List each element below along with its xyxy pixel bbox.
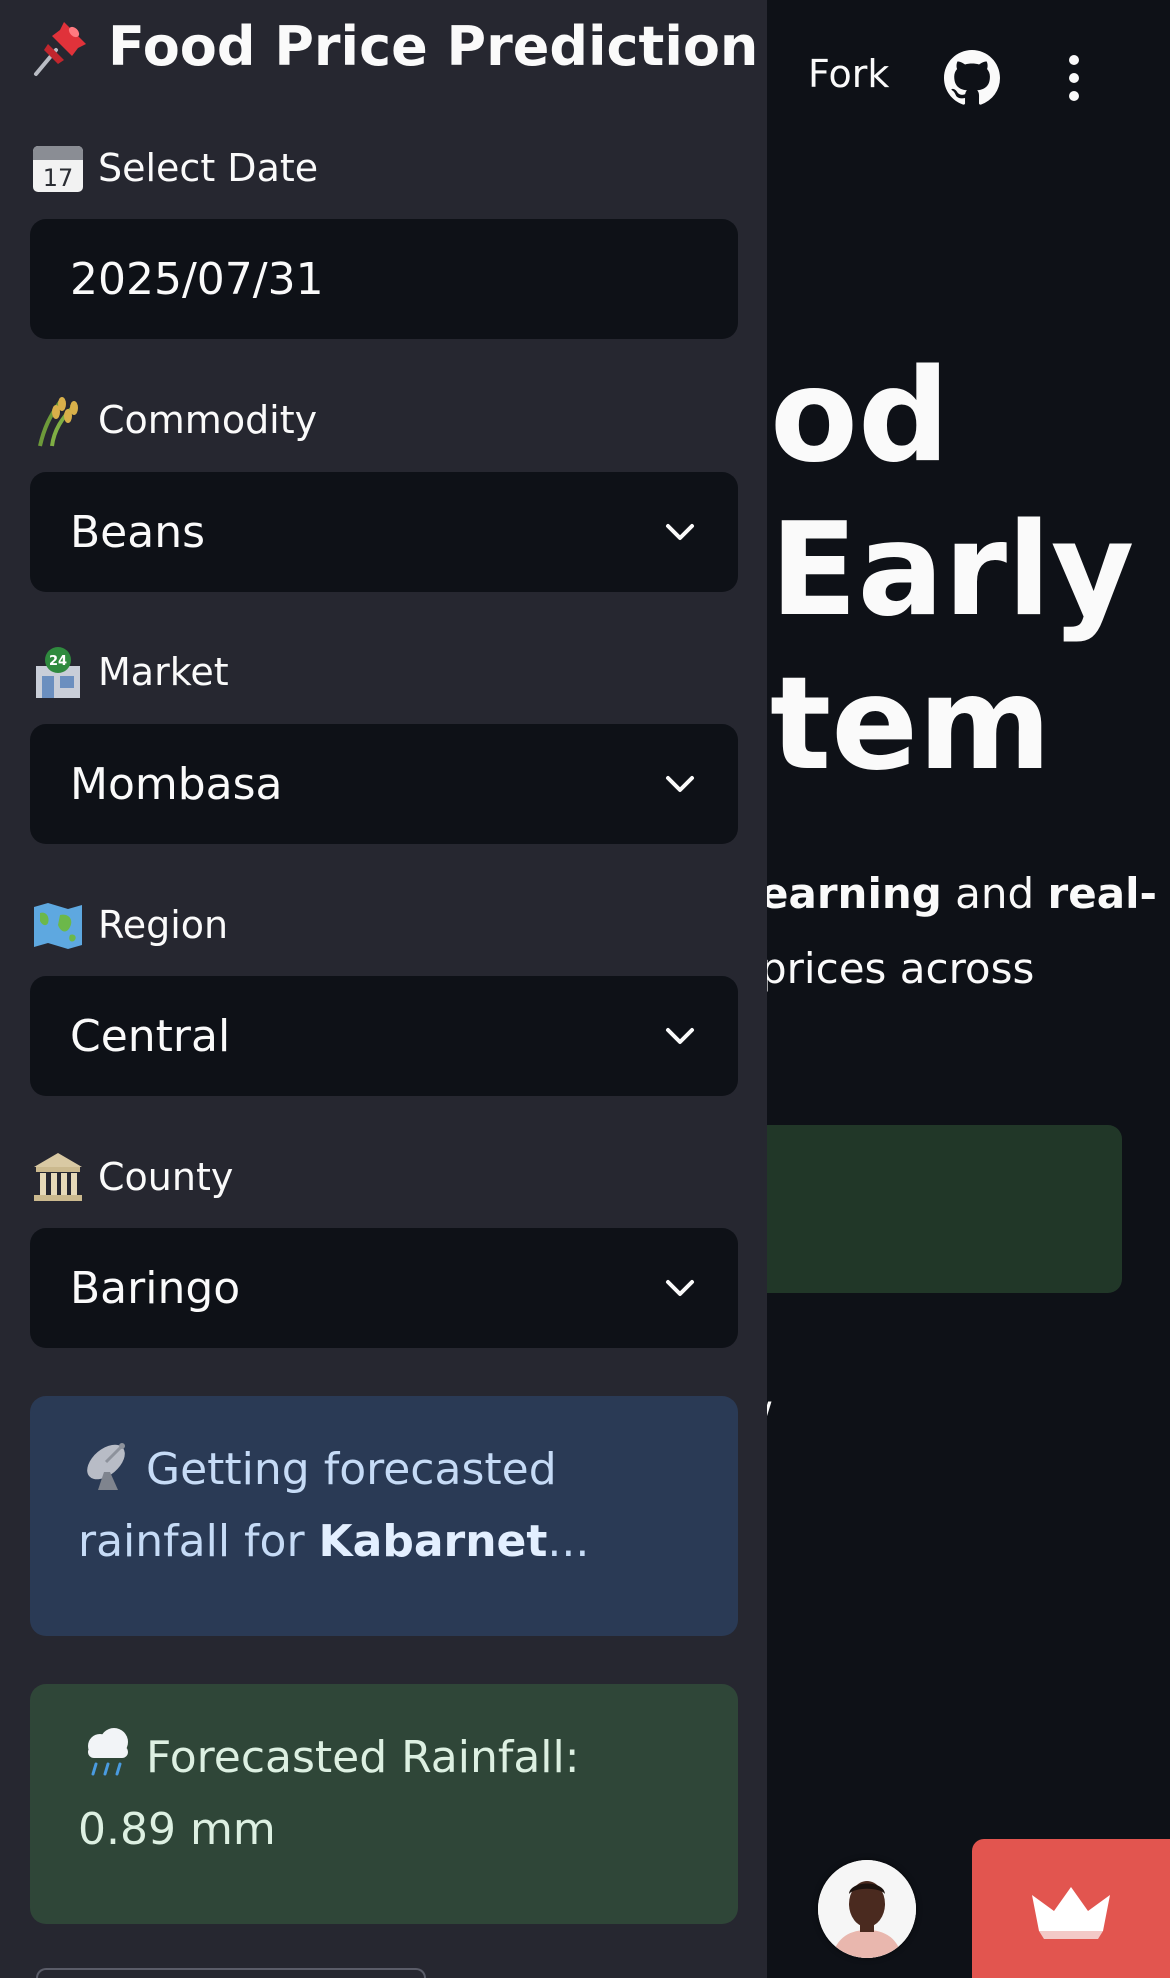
region-select[interactable]: Central xyxy=(30,976,738,1096)
chevron-down-icon xyxy=(666,776,694,792)
date-input-value: 2025/07/31 xyxy=(70,253,324,305)
market-label: 24 Market xyxy=(30,642,229,702)
convenience-store-icon: 24 xyxy=(36,647,80,698)
page-description: earning and real-prices across xyxy=(760,856,1157,1006)
date-label-text: Select Date xyxy=(98,146,319,190)
description-line-2: prices across xyxy=(760,944,1035,993)
commodity-select[interactable]: Beans xyxy=(30,472,738,592)
commodity-select-value: Beans xyxy=(70,506,206,558)
classical-building-icon xyxy=(34,1153,82,1201)
description-bold-2: real- xyxy=(1047,869,1157,918)
svg-text:17: 17 xyxy=(43,164,74,192)
description-mid: and xyxy=(941,869,1048,918)
sidebar-title-text: Food Price Prediction xyxy=(108,14,759,78)
streamlit-badge[interactable] xyxy=(972,1839,1170,1978)
info-text-after: ... xyxy=(547,1516,590,1567)
region-select-value: Central xyxy=(70,1010,231,1062)
market-label-text: Market xyxy=(98,650,229,694)
description-bold-1: earning xyxy=(760,869,942,918)
county-label: County xyxy=(30,1147,233,1207)
region-label-text: Region xyxy=(98,903,229,947)
market-select[interactable]: Mombasa xyxy=(30,724,738,844)
pushpin-icon xyxy=(34,22,86,76)
commodity-label: Commodity xyxy=(30,390,317,450)
rainfall-result-text: Forecasted Rainfall: 0.89 mm xyxy=(78,1732,580,1855)
crown-icon xyxy=(1032,1887,1110,1939)
person-icon xyxy=(818,1860,916,1958)
page-title-line-1: od xyxy=(770,342,950,491)
county-label-text: County xyxy=(98,1155,234,1199)
info-location: Kabarnet xyxy=(318,1516,548,1567)
world-map-icon xyxy=(34,903,82,949)
rainfall-info-alert: Getting forecasted rainfall for Kabarnet… xyxy=(30,1396,738,1636)
sidebar-next-element xyxy=(36,1968,426,1978)
more-options-icon[interactable] xyxy=(1056,52,1092,104)
region-label: Region xyxy=(30,895,228,955)
sidebar: Food Price Prediction 17 Select Date 202… xyxy=(0,0,767,1978)
avatar[interactable] xyxy=(818,1860,916,1958)
github-icon[interactable] xyxy=(944,50,1000,106)
main-success-box xyxy=(740,1125,1122,1293)
chevron-down-icon xyxy=(666,524,694,540)
fork-button[interactable]: Fork xyxy=(808,52,889,96)
cloud-with-rain-icon xyxy=(88,1728,128,1776)
app-window: Fork od Early tem earning and real-prices … xyxy=(0,0,1170,1978)
county-select-value: Baringo xyxy=(70,1262,241,1314)
page-title: od Early tem xyxy=(770,340,1134,802)
date-label: 17 Select Date xyxy=(30,138,318,198)
chevron-down-icon xyxy=(666,1028,694,1044)
chevron-down-icon xyxy=(666,1280,694,1296)
commodity-label-text: Commodity xyxy=(98,398,318,442)
rice-sheaf-icon xyxy=(38,397,78,447)
market-select-value: Mombasa xyxy=(70,758,283,810)
calendar-icon: 17 xyxy=(33,146,83,192)
satellite-antenna-icon xyxy=(87,1443,125,1490)
county-select[interactable]: Baringo xyxy=(30,1228,738,1348)
page-title-line-2: Early xyxy=(770,496,1135,645)
date-input[interactable]: 2025/07/31 xyxy=(30,219,738,339)
page-title-line-3: tem xyxy=(770,650,1052,799)
svg-text:24: 24 xyxy=(49,654,67,669)
rainfall-result-alert: Forecasted Rainfall: 0.89 mm xyxy=(30,1684,738,1924)
sidebar-title: Food Price Prediction xyxy=(30,14,758,78)
